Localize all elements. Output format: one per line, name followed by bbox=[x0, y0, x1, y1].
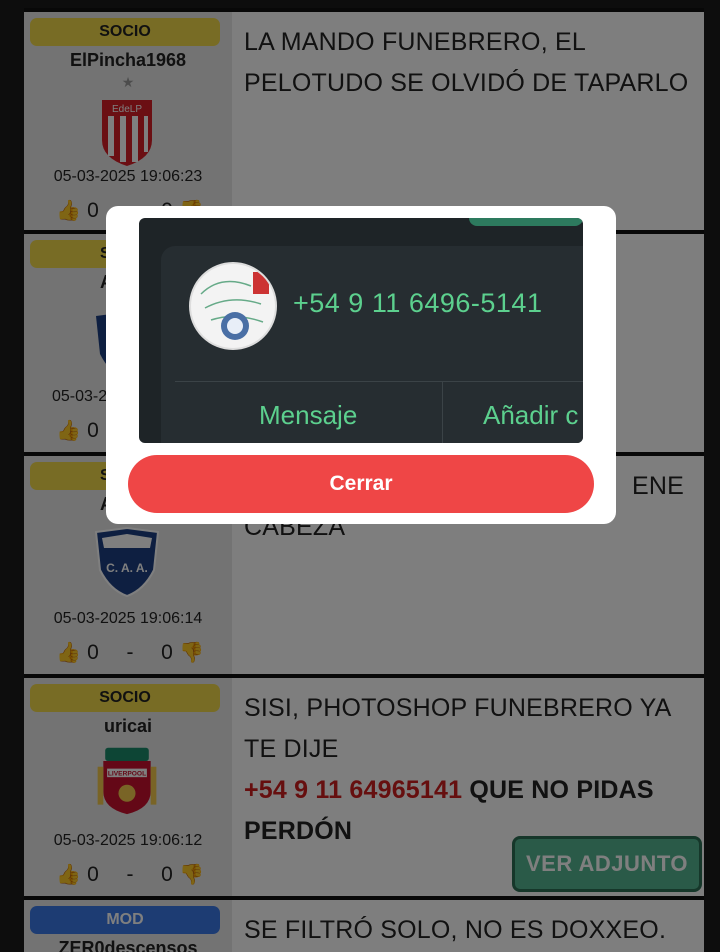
action-divider bbox=[442, 381, 443, 443]
attachment-modal: +54 9 11 6496-5141 Mensaje Añadir c Cerr… bbox=[106, 206, 616, 524]
message-action: Mensaje bbox=[259, 400, 358, 430]
card-divider bbox=[175, 381, 583, 382]
avatar-sketch-icon bbox=[200, 272, 269, 340]
attachment-image: +54 9 11 6496-5141 Mensaje Añadir c bbox=[139, 218, 583, 443]
close-button[interactable]: Cerrar bbox=[128, 455, 594, 513]
contact-avatar bbox=[189, 262, 277, 350]
add-contact-action: Añadir c bbox=[483, 400, 579, 430]
contact-phone: +54 9 11 6496-5141 bbox=[293, 288, 543, 318]
screenshot-top-bar bbox=[469, 218, 583, 226]
